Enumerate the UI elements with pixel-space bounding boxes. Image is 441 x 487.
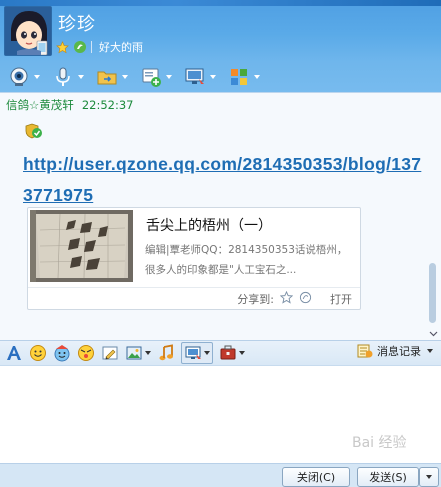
image-button[interactable] — [125, 342, 151, 364]
chevron-down-icon[interactable] — [239, 351, 245, 355]
pencil-icon — [102, 346, 118, 360]
music-note-icon — [159, 344, 173, 361]
chevron-down-icon[interactable] — [145, 351, 151, 355]
send-options-button[interactable] — [419, 467, 439, 487]
scroll-thumb[interactable] — [429, 263, 436, 323]
magic-emoji-button[interactable] — [53, 342, 71, 364]
close-button[interactable]: 关闭(C) — [282, 467, 350, 487]
chevron-down-icon[interactable] — [210, 75, 216, 79]
chat-scrollbar[interactable] — [428, 95, 438, 338]
baidu-watermark: Bai 经验 — [352, 435, 407, 451]
toolbox-icon — [220, 345, 236, 360]
message-header: 信鸽☆黄茂轩 22:52:37 — [6, 97, 133, 113]
screenshot-icon — [185, 346, 201, 359]
apps-grid-icon — [231, 69, 247, 85]
message-time: 22:52:37 — [81, 98, 134, 112]
file-transfer-button[interactable] — [94, 64, 130, 90]
emoji-button[interactable] — [29, 342, 47, 364]
magic-face-icon — [54, 345, 70, 362]
monitor-icon — [185, 68, 204, 84]
folder-icon — [97, 71, 117, 85]
contact-signature: 好大的雨 — [99, 41, 143, 54]
music-button[interactable] — [157, 342, 175, 364]
chevron-down-icon[interactable] — [34, 75, 40, 79]
divider — [91, 41, 92, 53]
dice-button[interactable] — [77, 342, 95, 364]
link-preview-card[interactable]: 舌尖上的梧州（一） 编辑|覃老师QQ：2814350353话说梧州，很多人的印象… — [27, 207, 361, 310]
voice-call-button[interactable] — [50, 64, 86, 90]
chevron-down-icon[interactable] — [427, 349, 433, 353]
smiley-icon — [30, 345, 46, 361]
share-favorite-icon[interactable] — [279, 290, 294, 307]
handwriting-button[interactable] — [101, 342, 119, 364]
format-toolbar: 消息记录 — [0, 340, 441, 366]
scroll-down-icon[interactable] — [429, 327, 438, 341]
chevron-down-icon[interactable] — [78, 75, 84, 79]
card-footer: 分享到: 打开 — [28, 287, 360, 310]
open-link-button[interactable]: 打开 — [330, 291, 352, 307]
history-label: 消息记录 — [377, 345, 421, 358]
video-call-button[interactable] — [6, 64, 42, 90]
font-icon — [7, 346, 21, 360]
contact-name: 珍珍 — [58, 14, 96, 35]
remote-assist-button[interactable] — [182, 64, 218, 90]
screenshot-button[interactable] — [181, 342, 213, 364]
toolbox-button[interactable] — [219, 342, 245, 364]
qzone-icon[interactable] — [72, 40, 87, 55]
message-history-button[interactable]: 消息记录 — [357, 343, 433, 359]
send-button[interactable]: 发送(S) — [357, 467, 419, 487]
preview-thumbnail — [30, 210, 133, 282]
gift-face-icon — [78, 345, 94, 361]
bottom-bar: 关闭(C) 发送(S) — [0, 463, 441, 487]
card-description: 编辑|覃老师QQ：2814350353话说梧州，很多人的印象都是"人工宝石之..… — [145, 244, 348, 276]
microphone-icon — [56, 67, 70, 86]
chat-header: 珍珍 好大的雨 — [0, 0, 441, 62]
chevron-down-icon[interactable] — [204, 351, 210, 355]
picture-icon — [126, 346, 142, 360]
chevron-down-icon[interactable] — [122, 75, 128, 79]
chat-toolbar — [0, 62, 441, 92]
chat-history: 信鸽☆黄茂轩 22:52:37 http://user.qzone.qq.com/… — [0, 92, 441, 340]
share-label: 分享到: — [237, 293, 274, 306]
card-title[interactable]: 舌尖上的梧州（一） — [146, 215, 272, 235]
security-shield-icon — [24, 123, 44, 142]
webcam-icon — [10, 67, 28, 86]
share-qzone-icon[interactable] — [299, 291, 312, 307]
add-app-icon — [142, 68, 161, 87]
chevron-down-icon[interactable] — [254, 75, 260, 79]
sender-name: 信鸽☆黄茂轩 — [6, 98, 74, 112]
font-button[interactable] — [5, 342, 23, 364]
contact-avatar[interactable] — [4, 6, 52, 56]
chevron-down-icon[interactable] — [166, 75, 172, 79]
star-icon[interactable] — [55, 40, 70, 55]
app-button[interactable] — [138, 64, 174, 90]
history-icon — [357, 344, 373, 358]
more-apps-button[interactable] — [226, 64, 262, 90]
blog-link[interactable]: http://user.qzone.qq.com/2814350353/blog… — [23, 149, 423, 211]
chevron-down-icon — [426, 475, 432, 479]
status-row: 好大的雨 — [55, 38, 143, 56]
